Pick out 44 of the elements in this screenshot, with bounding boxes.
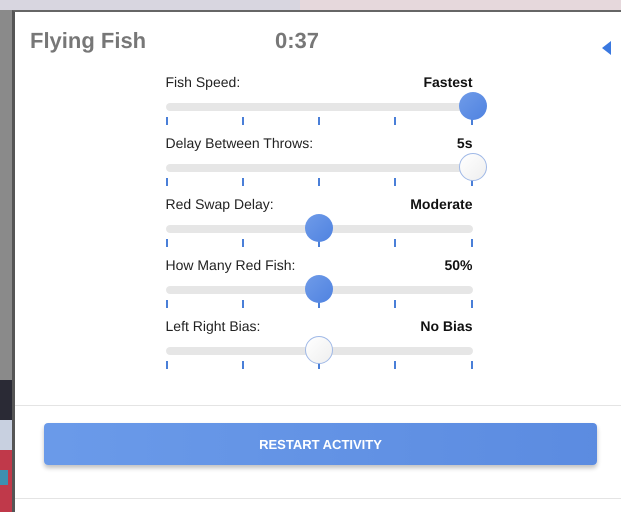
slider-label: Left Right Bias: [166, 318, 260, 334]
tick-mark [394, 361, 396, 369]
tick-mark [242, 239, 244, 247]
tick-mark [166, 178, 168, 186]
tick-mark [242, 300, 244, 308]
tick-mark [318, 117, 320, 125]
slider-thumb[interactable] [305, 275, 333, 303]
restart-button[interactable]: RESTART ACTIVITY [44, 423, 597, 465]
activity-title: Flying Fish [30, 28, 148, 54]
tick-mark [394, 178, 396, 186]
tick-mark [394, 239, 396, 247]
tick-mark [318, 178, 320, 186]
tick-mark [166, 117, 168, 125]
tick-mark [470, 300, 472, 308]
tick-mark [242, 361, 244, 369]
slider-thumb[interactable] [305, 214, 333, 242]
slider-value: Moderate [410, 196, 472, 212]
tick-mark [242, 117, 244, 125]
slider-thumb[interactable] [458, 153, 486, 181]
tick-mark [166, 300, 168, 308]
slider-value: Fastest [423, 74, 472, 90]
slider-label: Delay Between Throws: [166, 135, 314, 151]
slider-value: No Bias [420, 318, 472, 334]
tick-mark [394, 300, 396, 308]
slider-label: How Many Red Fish: [166, 257, 296, 273]
tick-mark [318, 361, 320, 369]
slider-value: 5s [456, 135, 472, 151]
slider-label: Fish Speed: [166, 74, 240, 90]
tick-mark [470, 178, 472, 186]
tick-mark [394, 117, 396, 125]
tick-mark [470, 361, 472, 369]
tick-mark [318, 239, 320, 247]
collapse-arrow-icon[interactable] [602, 41, 611, 55]
timer: 0:37 [275, 28, 320, 54]
tick-mark [470, 117, 472, 125]
slider-value: 50% [444, 257, 472, 273]
slider-thumb[interactable] [458, 92, 486, 120]
tick-mark [166, 239, 168, 247]
tick-mark [318, 300, 320, 308]
slider-label: Red Swap Delay: [166, 196, 274, 212]
slider-thumb[interactable] [305, 336, 333, 364]
tick-mark [166, 361, 168, 369]
tick-mark [242, 178, 244, 186]
tick-mark [470, 239, 472, 247]
